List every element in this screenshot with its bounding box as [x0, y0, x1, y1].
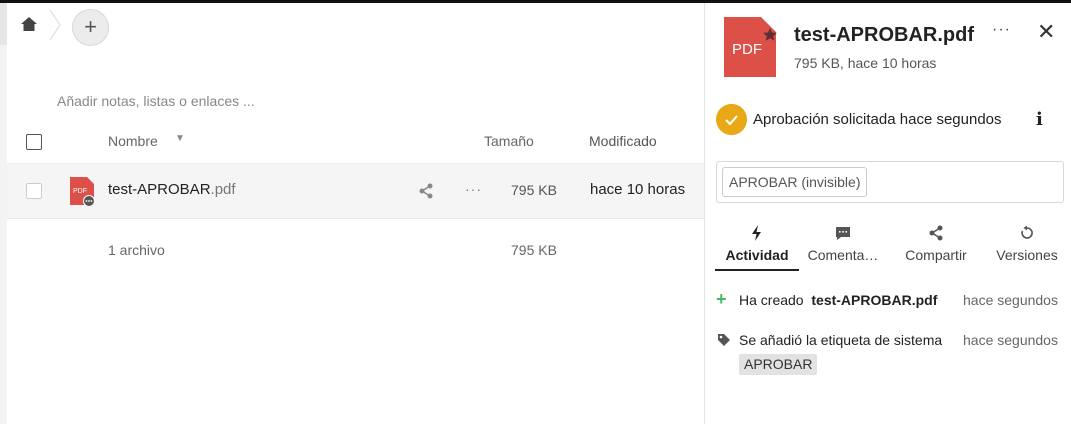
- sidebar-file-subtitle: 795 KB, hace 10 horas: [794, 55, 937, 71]
- system-tags-input[interactable]: APROBAR (invisible): [716, 161, 1064, 203]
- activity-tag-chip: APROBAR: [739, 354, 818, 375]
- activity-tag-added: Se añadió la etiqueta de sistema: [739, 332, 943, 348]
- file-basename: test-APROBAR: [108, 181, 211, 198]
- sidebar-tabs: Actividad Comenta… Compartir Versiones: [705, 221, 1071, 271]
- comment-icon: [836, 227, 850, 240]
- tab-label: Actividad: [725, 247, 789, 263]
- file-extension: .pdf: [210, 181, 236, 198]
- plus-icon: +: [716, 289, 727, 309]
- activity-time: hace segundos: [963, 292, 1058, 308]
- approval-status: Aprobación solicitada hace segundos: [753, 111, 1002, 128]
- info-icon[interactable]: i: [1036, 109, 1043, 130]
- lightning-icon: [752, 225, 761, 241]
- sidebar-more-icon[interactable]: ···: [992, 21, 1011, 39]
- sidebar-file-title: test-APROBAR.pdf: [794, 24, 974, 46]
- tab-label: Compartir: [905, 247, 967, 263]
- close-icon[interactable]: ✕: [1037, 19, 1055, 45]
- summary-count: 1 archivo: [108, 242, 165, 258]
- sort-caret-icon[interactable]: ▼: [175, 133, 185, 144]
- pdf-file-icon: PDF: [724, 17, 777, 77]
- select-all-checkbox[interactable]: [26, 134, 42, 150]
- file-size: 795 KB: [511, 182, 557, 198]
- table-header: Nombre ▼ Tamaño Modificado: [7, 120, 704, 164]
- summary-size: 795 KB: [511, 242, 557, 258]
- tab-comments[interactable]: Comenta…: [801, 221, 885, 271]
- share-icon: [929, 225, 943, 241]
- column-header-name[interactable]: Nombre: [108, 133, 158, 149]
- svg-text:PDF: PDF: [73, 188, 87, 195]
- file-modified: hace 10 horas: [590, 181, 686, 198]
- column-header-size[interactable]: Tamaño: [484, 133, 534, 149]
- home-icon[interactable]: [20, 15, 38, 33]
- left-navigation-strip: [0, 3, 7, 424]
- more-options-icon[interactable]: ···: [465, 181, 482, 197]
- pdf-file-icon: PDF: [70, 177, 95, 206]
- file-name[interactable]: test-APROBAR.pdf: [108, 181, 236, 198]
- approval-check-icon: [716, 104, 747, 135]
- tab-label: Versiones: [996, 247, 1058, 263]
- add-new-button[interactable]: +: [72, 9, 109, 46]
- table-row[interactable]: PDF test-APROBAR.pdf ··· 795 KB hace 10 …: [7, 164, 704, 219]
- history-icon: [1021, 225, 1033, 239]
- file-list-panel: + Añadir notas, listas o enlaces ... Nom…: [7, 3, 704, 424]
- left-strip-active: [0, 3, 7, 45]
- row-checkbox[interactable]: [26, 183, 42, 199]
- tag-chip[interactable]: APROBAR (invisible): [722, 167, 868, 197]
- activity-prefix: Ha creado: [739, 292, 804, 308]
- activity-subject[interactable]: test-APROBAR.pdf: [811, 292, 937, 308]
- tab-share[interactable]: Compartir: [894, 221, 978, 271]
- share-icon[interactable]: [417, 182, 435, 200]
- activity-created: Ha creado test-APROBAR.pdf: [739, 292, 937, 308]
- tab-label: Comenta…: [807, 247, 879, 263]
- breadcrumb-separator: [49, 9, 61, 41]
- tab-versions[interactable]: Versiones: [985, 221, 1069, 271]
- tag-icon: [718, 334, 730, 346]
- notes-placeholder[interactable]: Añadir notas, listas o enlaces ...: [57, 93, 255, 109]
- details-sidebar: PDF test-APROBAR.pdf 795 KB, hace 10 hor…: [704, 3, 1071, 424]
- activity-time: hace segundos: [963, 332, 1058, 348]
- svg-text:PDF: PDF: [732, 41, 762, 58]
- tab-activity[interactable]: Actividad: [715, 221, 799, 271]
- column-header-modified[interactable]: Modificado: [589, 133, 657, 149]
